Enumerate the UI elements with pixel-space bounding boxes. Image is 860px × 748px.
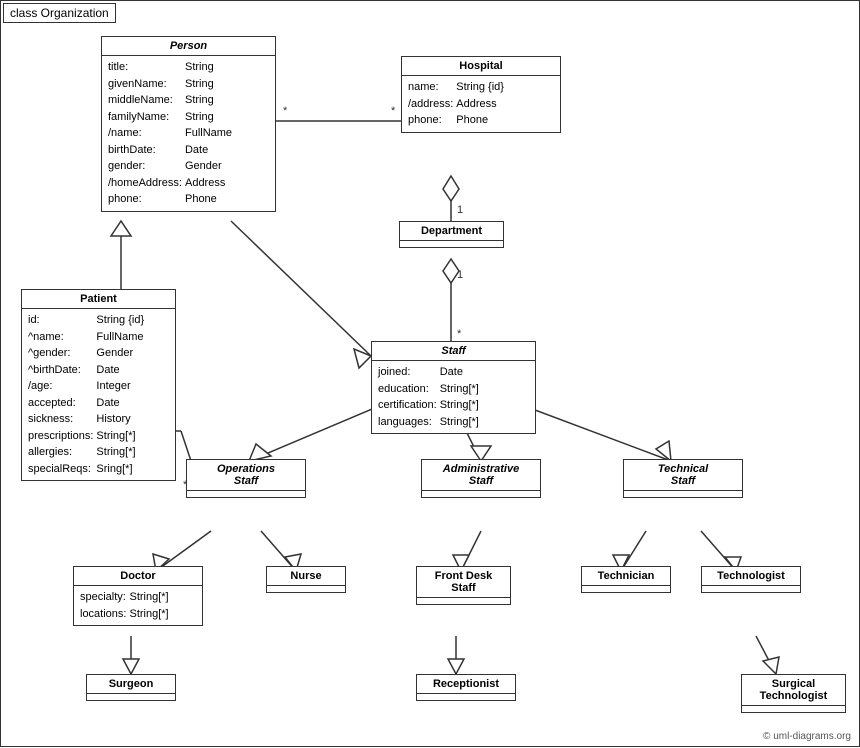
svg-text:1: 1 bbox=[457, 269, 463, 281]
class-staff-body: joined:Date education:String[*] certific… bbox=[372, 361, 535, 433]
class-receptionist-title: Receptionist bbox=[417, 675, 515, 694]
class-person-title: Person bbox=[102, 37, 275, 56]
class-surgical-technologist-title: Surgical Technologist bbox=[742, 675, 845, 706]
class-receptionist-body bbox=[417, 694, 515, 700]
class-technologist: Technologist bbox=[701, 566, 801, 593]
class-department-body bbox=[400, 241, 503, 247]
class-patient-title: Patient bbox=[22, 290, 175, 309]
class-nurse-body bbox=[267, 586, 345, 592]
class-technician: Technician bbox=[581, 566, 671, 593]
class-staff-title: Staff bbox=[372, 342, 535, 361]
svg-text:*: * bbox=[283, 105, 288, 117]
class-operations-staff-title: Operations Staff bbox=[187, 460, 305, 491]
class-surgeon-body bbox=[87, 694, 175, 700]
frame-label: class Organization bbox=[3, 3, 116, 23]
svg-text:*: * bbox=[457, 328, 462, 340]
class-surgical-technologist: Surgical Technologist bbox=[741, 674, 846, 713]
class-technical-staff-title: Technical Staff bbox=[624, 460, 742, 491]
diagram-container: class Organization * * 1 * 1 * * * bbox=[0, 0, 860, 747]
class-person: Person title:String givenName:String mid… bbox=[101, 36, 276, 212]
class-hospital-body: name:String {id} /address:Address phone:… bbox=[402, 76, 560, 132]
class-technical-staff-body bbox=[624, 491, 742, 497]
class-front-desk-staff: Front Desk Staff bbox=[416, 566, 511, 605]
class-administrative-staff-body bbox=[422, 491, 540, 497]
copyright: © uml-diagrams.org bbox=[763, 731, 851, 742]
class-hospital-title: Hospital bbox=[402, 57, 560, 76]
class-department: Department bbox=[399, 221, 504, 248]
class-administrative-staff: Administrative Staff bbox=[421, 459, 541, 498]
class-administrative-staff-title: Administrative Staff bbox=[422, 460, 540, 491]
class-staff: Staff joined:Date education:String[*] ce… bbox=[371, 341, 536, 434]
class-surgeon-title: Surgeon bbox=[87, 675, 175, 694]
class-technical-staff: Technical Staff bbox=[623, 459, 743, 498]
class-technician-body bbox=[582, 586, 670, 592]
class-technician-title: Technician bbox=[582, 567, 670, 586]
class-technologist-body bbox=[702, 586, 800, 592]
class-person-body: title:String givenName:String middleName… bbox=[102, 56, 275, 211]
class-nurse-title: Nurse bbox=[267, 567, 345, 586]
class-doctor-title: Doctor bbox=[74, 567, 202, 586]
class-nurse: Nurse bbox=[266, 566, 346, 593]
class-operations-staff-body bbox=[187, 491, 305, 497]
class-front-desk-staff-title: Front Desk Staff bbox=[417, 567, 510, 598]
svg-text:*: * bbox=[391, 105, 396, 117]
class-receptionist: Receptionist bbox=[416, 674, 516, 701]
class-patient: Patient id:String {id} ^name:FullName ^g… bbox=[21, 289, 176, 481]
class-operations-staff: Operations Staff bbox=[186, 459, 306, 498]
class-surgical-technologist-body bbox=[742, 706, 845, 712]
svg-text:1: 1 bbox=[457, 204, 463, 216]
class-technologist-title: Technologist bbox=[702, 567, 800, 586]
class-patient-body: id:String {id} ^name:FullName ^gender:Ge… bbox=[22, 309, 175, 480]
class-doctor: Doctor specialty:String[*] locations:Str… bbox=[73, 566, 203, 626]
class-front-desk-staff-body bbox=[417, 598, 510, 604]
class-doctor-body: specialty:String[*] locations:String[*] bbox=[74, 586, 202, 625]
class-department-title: Department bbox=[400, 222, 503, 241]
class-hospital: Hospital name:String {id} /address:Addre… bbox=[401, 56, 561, 133]
class-surgeon: Surgeon bbox=[86, 674, 176, 701]
